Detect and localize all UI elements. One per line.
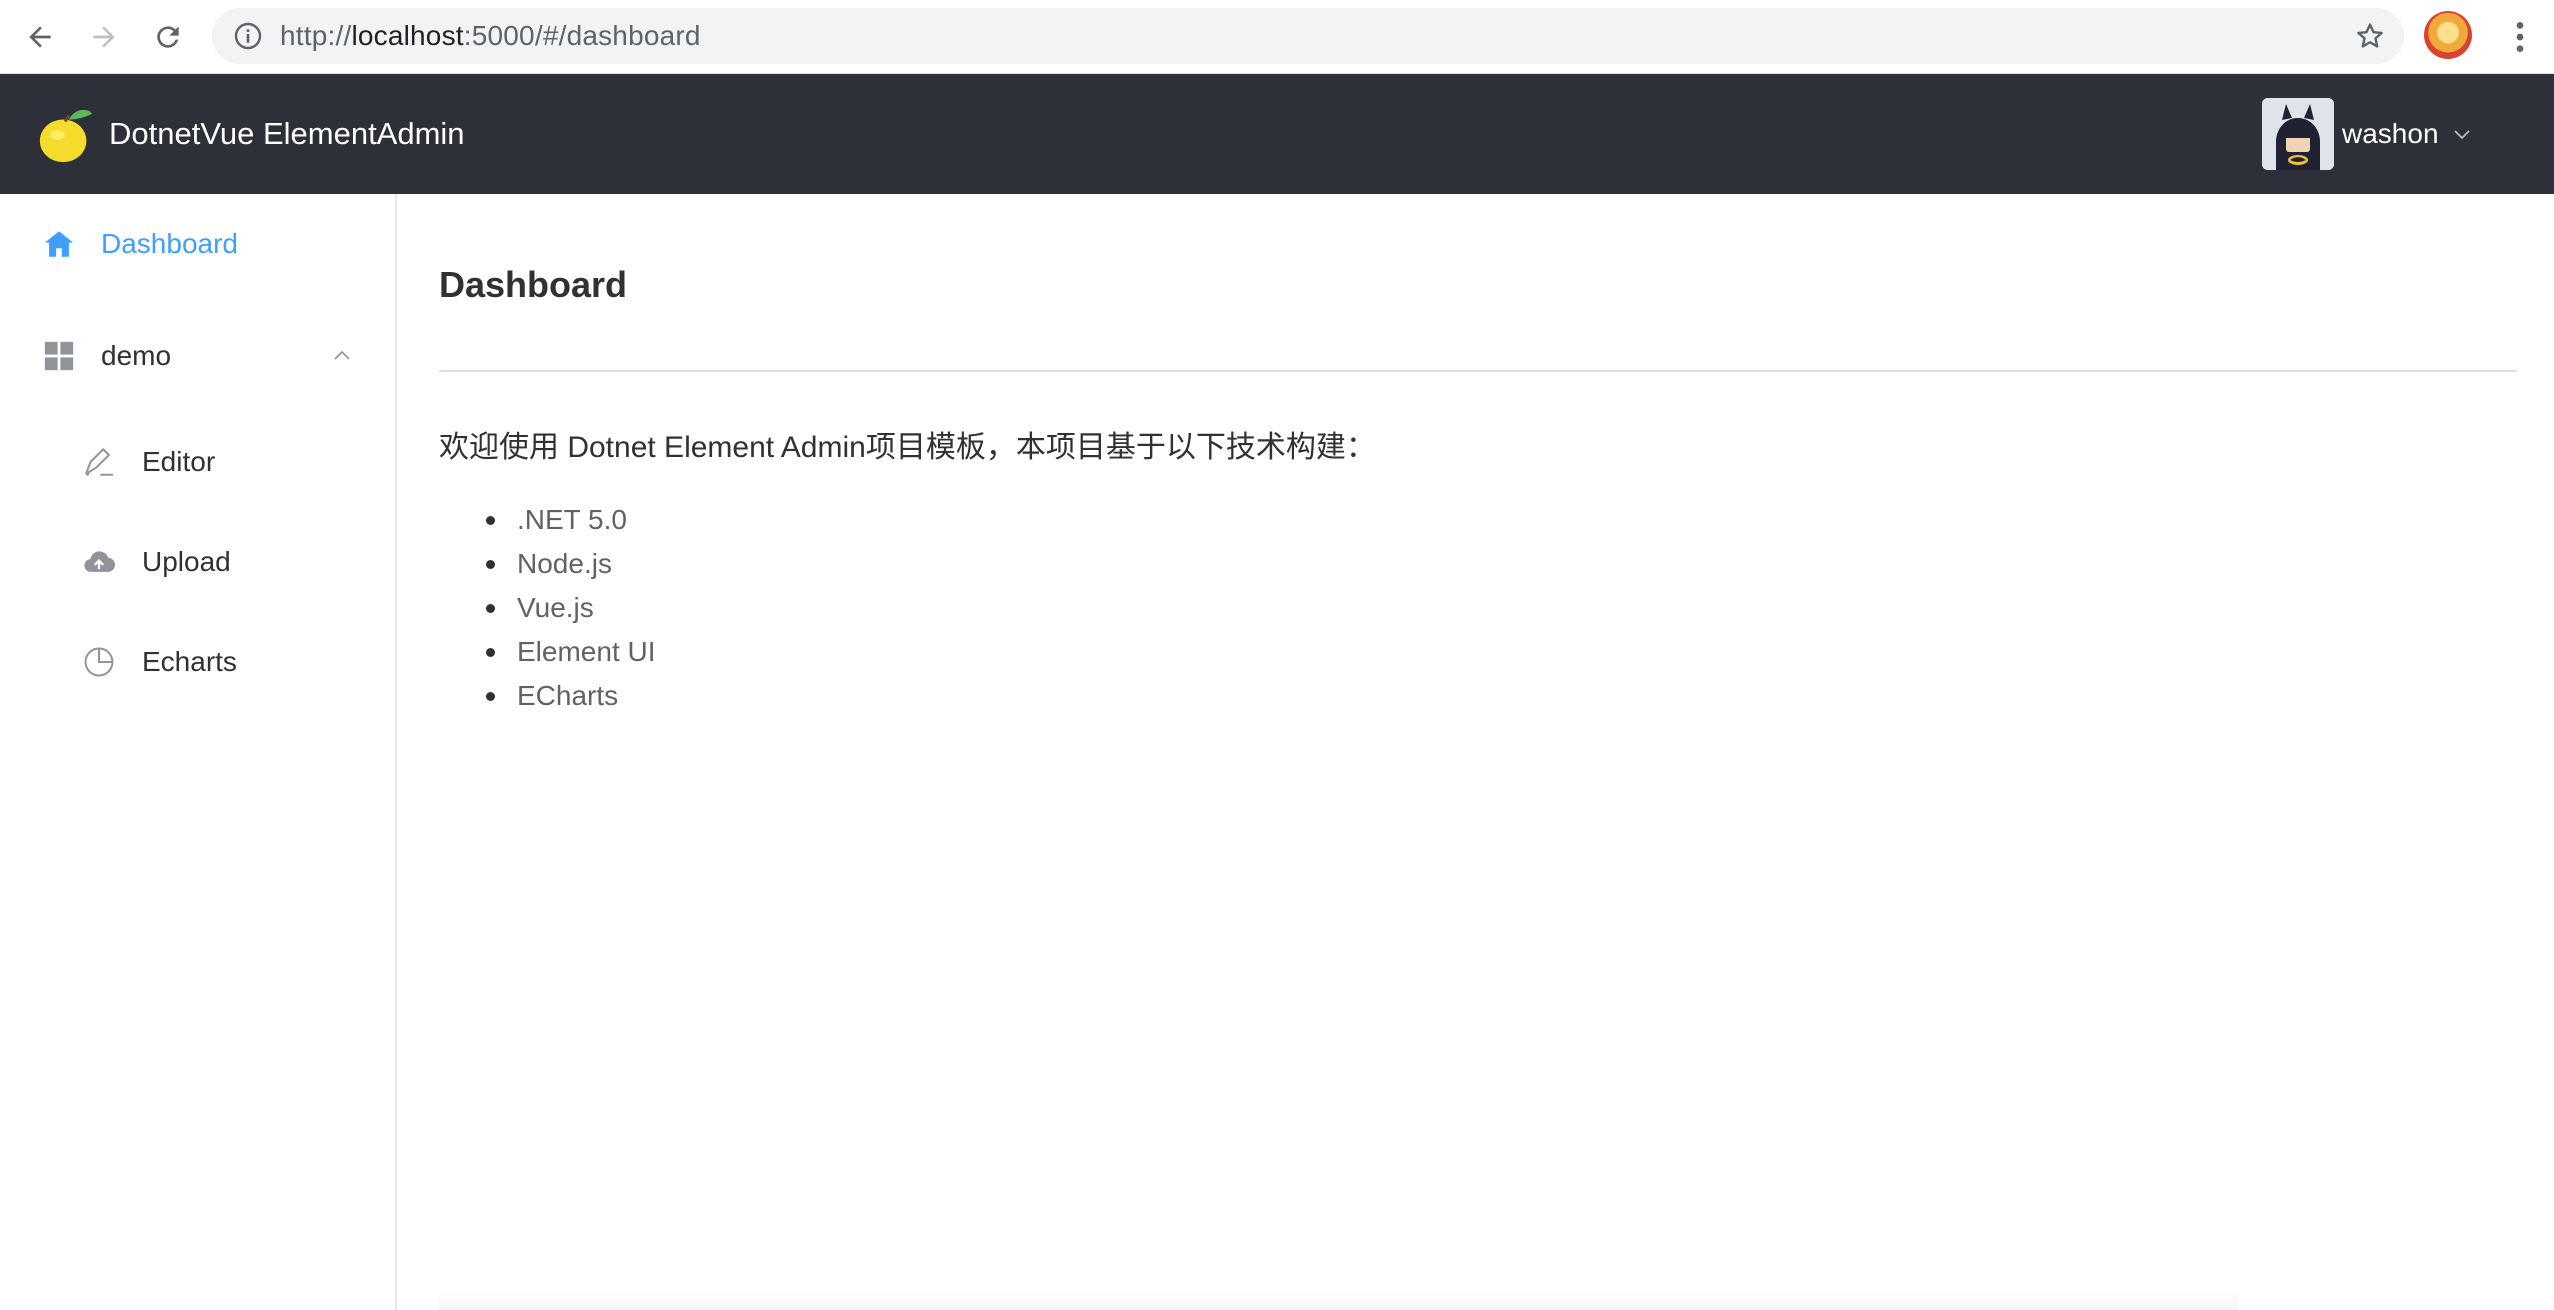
lemon-logo-icon bbox=[39, 109, 93, 163]
home-icon bbox=[44, 231, 74, 257]
browser-toolbar: http://localhost:5000/#/dashboard bbox=[0, 0, 2554, 74]
more-vert-icon[interactable] bbox=[2500, 17, 2540, 57]
sidebar-item-editor[interactable]: Editor bbox=[0, 412, 395, 512]
sidebar-item-label: Editor bbox=[142, 446, 216, 477]
pie-chart-icon bbox=[84, 647, 114, 677]
sidebar-item-label: Upload bbox=[142, 546, 231, 577]
list-item: Element UI bbox=[439, 630, 656, 674]
arrow-right-icon bbox=[93, 26, 115, 48]
url-text: http://localhost:5000/#/dashboard bbox=[280, 20, 701, 51]
arrow-left-icon bbox=[29, 26, 51, 48]
sidebar-item-echarts[interactable]: Echarts bbox=[0, 612, 395, 712]
list-item: .NET 5.0 bbox=[439, 498, 656, 542]
list-item: Node.js bbox=[439, 542, 656, 586]
username: washon bbox=[2342, 118, 2439, 149]
edit-icon bbox=[85, 448, 114, 476]
sidebar-item-upload[interactable]: Upload bbox=[0, 512, 395, 612]
address-bar[interactable]: http://localhost:5000/#/dashboard bbox=[212, 8, 2404, 64]
sidebar-item-label: Echarts bbox=[142, 646, 237, 677]
tech-list: .NET 5.0 Node.js Vue.js Element UI EChar… bbox=[439, 498, 656, 718]
forward-button[interactable] bbox=[84, 17, 124, 57]
app-title: DotnetVue ElementAdmin bbox=[109, 116, 465, 151]
sidebar-item-dashboard[interactable]: Dashboard bbox=[0, 194, 395, 294]
reload-icon bbox=[157, 26, 179, 48]
bookmark-star-icon[interactable] bbox=[2354, 20, 2386, 52]
chevron-up-icon bbox=[334, 350, 350, 360]
reload-button[interactable] bbox=[148, 17, 188, 57]
browser-profile-icon[interactable] bbox=[2424, 11, 2472, 59]
sidebar-item-label: Dashboard bbox=[101, 228, 238, 259]
bottom-shadow bbox=[439, 1290, 2239, 1310]
grid-icon bbox=[44, 341, 74, 371]
sidebar-item-label: demo bbox=[101, 340, 172, 371]
avatar bbox=[2262, 98, 2334, 170]
divider bbox=[439, 370, 2517, 372]
upload-cloud-icon bbox=[84, 551, 115, 572]
chevron-down-icon bbox=[2454, 130, 2470, 140]
back-button[interactable] bbox=[20, 17, 60, 57]
app-header: DotnetVue ElementAdmin washon bbox=[0, 74, 2554, 194]
user-dropdown[interactable]: washon bbox=[2262, 98, 2492, 170]
batman-avatar-icon bbox=[2262, 98, 2334, 170]
sidebar-submenu-demo[interactable]: demo bbox=[0, 306, 395, 406]
info-icon[interactable] bbox=[232, 20, 264, 52]
intro-text: 欢迎使用 Dotnet Element Admin项目模板，本项目基于以下技术构… bbox=[439, 431, 1376, 464]
list-item: Vue.js bbox=[439, 586, 656, 630]
page-title: Dashboard bbox=[439, 264, 628, 305]
main-content: Dashboard 欢迎使用 Dotnet Element Admin项目模板，… bbox=[399, 194, 2554, 1310]
sidebar-menu: Dashboard demo Editor Upload Echarts bbox=[0, 194, 397, 1310]
list-item: ECharts bbox=[439, 674, 656, 718]
